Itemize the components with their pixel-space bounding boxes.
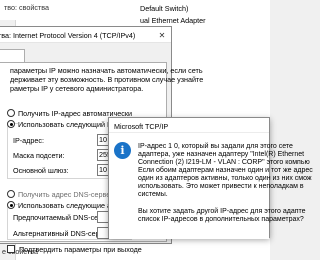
- ipv4-dialog-titlebar[interactable]: тва: Internet Protocol Version 4 (TCP/IP…: [0, 27, 171, 43]
- message-box-titlebar[interactable]: Microsoft TCP/IP: [109, 118, 269, 133]
- use-following-dns-radio[interactable]: [7, 201, 15, 209]
- ipv4-description-line: параметры IP можно назначать автоматичес…: [10, 66, 203, 75]
- ipv4-description-line: раметры IP у сетевого администратора.: [10, 84, 144, 93]
- close-icon[interactable]: ✕: [156, 30, 168, 41]
- message-line: Вы хотите задать другой IP-адрес для это…: [138, 208, 306, 215]
- obtain-dns-auto-radio[interactable]: [7, 190, 15, 198]
- message-line: один из адаптеров активны, только один и…: [138, 175, 312, 182]
- ipv4-dialog-title: тва: Internet Protocol Version 4 (TCP/IP…: [0, 31, 136, 40]
- adapter-name-label: ual Ethernet Adapter: [140, 16, 206, 25]
- use-following-ip-radio[interactable]: [7, 120, 15, 128]
- validate-on-exit-checkbox[interactable]: [7, 245, 15, 253]
- adapter-switch-label: Default Switch): [140, 4, 189, 13]
- ip-address-label: IP-адрес:: [13, 136, 44, 145]
- message-line: системы.: [138, 191, 168, 198]
- tcpip-message-box: Microsoft TCP/IP i IP-адрес 1 0, который…: [108, 117, 313, 239]
- validate-on-exit-label: Подтвердить параметры при выходе: [19, 245, 142, 254]
- message-line: использовать. Это может привести к непол…: [138, 183, 304, 190]
- message-line: адаптера, уже назначен адаптеру "Intel(R…: [138, 151, 305, 158]
- tab-general[interactable]: [0, 49, 25, 63]
- message-line: список IP-адресов в дополнительных парам…: [138, 216, 304, 223]
- message-box-body: i IP-адрес 1 0, который вы задали для эт…: [109, 133, 313, 239]
- subnet-mask-label: Маска подсети:: [13, 151, 65, 160]
- ipv4-description-line: держивает эту возможность. В противном с…: [10, 75, 204, 84]
- message-box-title: Microsoft TCP/IP: [114, 122, 169, 131]
- adapter-properties-title: тво: свойства: [4, 3, 49, 12]
- message-line: Connection (2) I219-LM - VLAN : CORP" эт…: [138, 159, 310, 166]
- message-line: Если обоим адаптерам назначен один и тот…: [138, 167, 313, 174]
- message-line: IP-адрес 1 0, который вы задали для этог…: [138, 143, 293, 150]
- info-icon: i: [114, 142, 131, 159]
- obtain-ip-auto-radio[interactable]: [7, 109, 15, 117]
- default-gateway-label: Основной шлюз:: [13, 166, 69, 175]
